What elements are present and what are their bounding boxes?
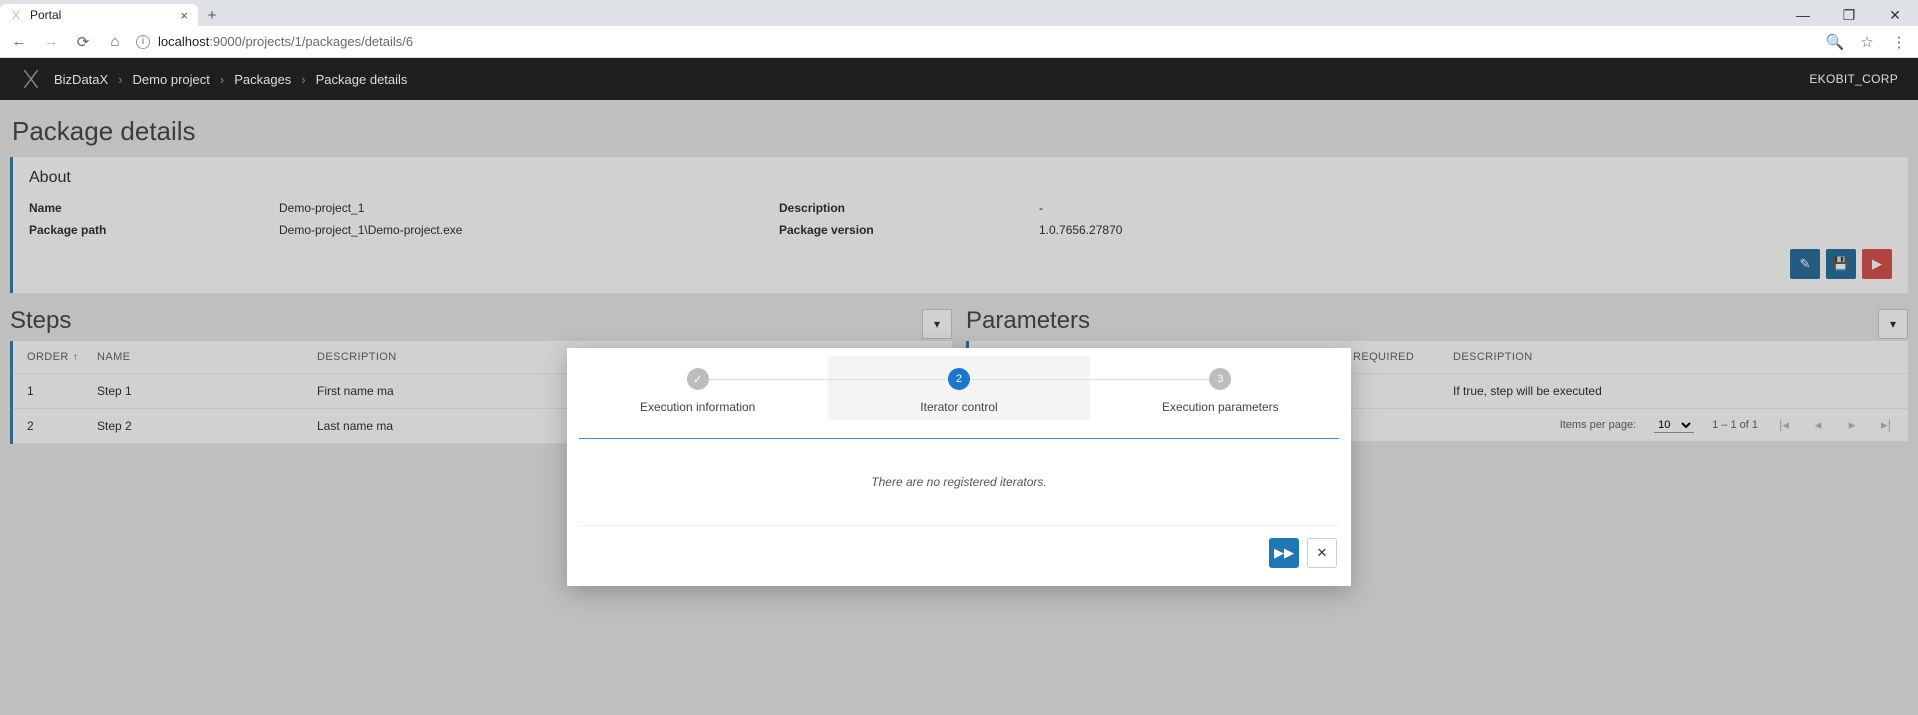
breadcrumb-root[interactable]: BizDataX: [54, 72, 108, 87]
stepper: ✓ Execution information 2 Iterator contr…: [567, 348, 1351, 438]
browser-menu-icon[interactable]: ⋮: [1888, 33, 1910, 51]
url-path: :9000/projects/1/packages/details/6: [209, 34, 413, 49]
breadcrumb-item[interactable]: Package details: [316, 72, 408, 87]
breadcrumb: BizDataX › Demo project › Packages › Pac…: [54, 72, 407, 87]
step-number: 2: [948, 368, 970, 390]
tab-title: Portal: [30, 8, 61, 22]
stepper-step-2-label: Iterator control: [828, 400, 1089, 414]
close-tab-icon[interactable]: ×: [180, 8, 188, 23]
stepper-step-1-label: Execution information: [567, 400, 828, 414]
modal-actions: ▶▶ ✕: [567, 526, 1351, 586]
bookmark-icon[interactable]: ☆: [1856, 33, 1878, 51]
window-controls: — ❐ ✕: [1780, 4, 1918, 26]
tab-favicon: [10, 9, 22, 21]
execution-wizard-modal: ✓ Execution information 2 Iterator contr…: [567, 348, 1351, 586]
window-minimize-button[interactable]: —: [1780, 4, 1826, 26]
stepper-step-1[interactable]: ✓ Execution information: [567, 368, 828, 414]
chevron-right-icon: ›: [118, 72, 122, 87]
zoom-icon[interactable]: 🔍: [1824, 33, 1846, 51]
step-number: 3: [1209, 368, 1231, 390]
current-user[interactable]: EKOBIT_CORP: [1809, 72, 1898, 86]
new-tab-button[interactable]: +: [198, 4, 226, 26]
fast-forward-icon: ▶▶: [1274, 545, 1294, 561]
url-host: localhost: [158, 34, 209, 49]
reload-button[interactable]: ⟳: [72, 33, 94, 51]
browser-tab[interactable]: Portal ×: [0, 4, 198, 26]
site-info-icon[interactable]: i: [136, 35, 150, 49]
close-icon: ✕: [1317, 545, 1328, 561]
stepper-step-3[interactable]: 3 Execution parameters: [1090, 368, 1351, 414]
breadcrumb-item[interactable]: Demo project: [133, 72, 210, 87]
browser-nav-bar: ← → ⟳ ⌂ i localhost:9000/projects/1/pack…: [0, 26, 1918, 58]
empty-iterators-message: There are no registered iterators.: [871, 475, 1046, 489]
home-button[interactable]: ⌂: [104, 33, 126, 50]
app-logo: [20, 68, 42, 90]
window-maximize-button[interactable]: ❐: [1826, 4, 1872, 26]
chevron-right-icon: ›: [301, 72, 305, 87]
next-button[interactable]: ▶▶: [1269, 538, 1299, 568]
stepper-step-3-label: Execution parameters: [1090, 400, 1351, 414]
address-bar[interactable]: i localhost:9000/projects/1/packages/det…: [136, 34, 1814, 49]
browser-tab-strip: Portal × + — ❐ ✕: [0, 0, 1918, 26]
breadcrumb-item[interactable]: Packages: [234, 72, 291, 87]
back-button[interactable]: ←: [8, 33, 30, 50]
check-icon: ✓: [687, 368, 709, 390]
modal-body: There are no registered iterators.: [579, 439, 1339, 526]
stepper-step-2[interactable]: 2 Iterator control: [828, 356, 1089, 420]
chevron-right-icon: ›: [220, 72, 224, 87]
window-close-button[interactable]: ✕: [1872, 4, 1918, 26]
forward-button[interactable]: →: [40, 33, 62, 50]
cancel-button[interactable]: ✕: [1307, 538, 1337, 568]
app-top-bar: BizDataX › Demo project › Packages › Pac…: [0, 58, 1918, 100]
